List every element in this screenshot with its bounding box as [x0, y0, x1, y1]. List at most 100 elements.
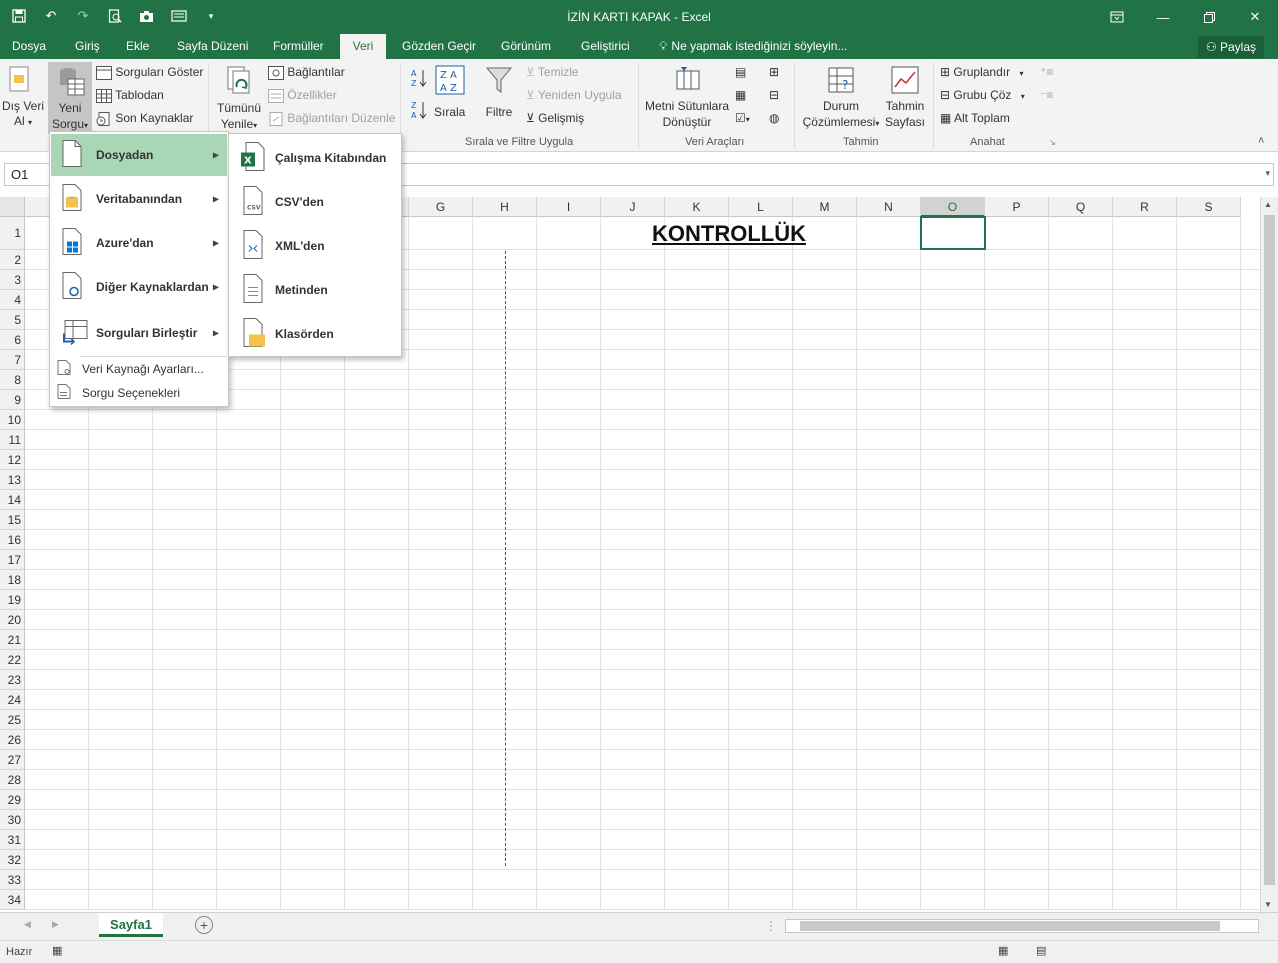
horizontal-scrollbar[interactable]	[785, 919, 1259, 933]
tab-dosya[interactable]: Dosya	[3, 34, 55, 59]
subtotal-button[interactable]: ▦ Alt Toplam	[940, 111, 1010, 125]
row-header-15[interactable]: 15	[0, 510, 25, 530]
row-header-4[interactable]: 4	[0, 290, 25, 310]
column-header-s[interactable]: S	[1177, 197, 1241, 217]
row-header-24[interactable]: 24	[0, 690, 25, 710]
row-header-28[interactable]: 28	[0, 770, 25, 790]
row-header-11[interactable]: 11	[0, 430, 25, 450]
row-header-17[interactable]: 17	[0, 550, 25, 570]
column-header-j[interactable]: J	[601, 197, 665, 217]
column-header-q[interactable]: Q	[1049, 197, 1113, 217]
row-header-20[interactable]: 20	[0, 610, 25, 630]
tell-me-box[interactable]: 💡︎ Ne yapmak istediğinizi söyleyin...	[650, 34, 856, 59]
macro-record-icon[interactable]: ▦	[52, 944, 62, 957]
forecast-sheet-button[interactable]: Tahmin Sayfası	[884, 65, 926, 130]
column-header-r[interactable]: R	[1113, 197, 1177, 217]
column-header-o[interactable]: O	[921, 197, 985, 217]
row-header-22[interactable]: 22	[0, 650, 25, 670]
row-header-16[interactable]: 16	[0, 530, 25, 550]
restore-icon[interactable]	[1186, 0, 1232, 34]
row-header-23[interactable]: 23	[0, 670, 25, 690]
select-all-corner[interactable]	[0, 197, 25, 217]
column-header-n[interactable]: N	[857, 197, 921, 217]
reapply-button[interactable]: ⊻ Yeniden Uygula	[526, 88, 622, 102]
row-header-12[interactable]: 12	[0, 450, 25, 470]
show-detail-icon[interactable]: ⁺≡	[1040, 65, 1053, 79]
edit-links-button[interactable]: Bağlantıları Düzenle	[268, 111, 395, 126]
filter-button[interactable]: Filtre	[484, 65, 514, 119]
tab-giris[interactable]: Giriş	[66, 34, 109, 59]
show-queries-button[interactable]: Sorguları Göster	[96, 65, 203, 80]
column-header-p[interactable]: P	[985, 197, 1049, 217]
expand-formula-bar-icon[interactable]: ▾	[1265, 168, 1270, 179]
active-cell-o1[interactable]	[920, 216, 986, 250]
row-header-30[interactable]: 30	[0, 810, 25, 830]
data-validation-icon[interactable]: ☑▾	[735, 111, 750, 125]
row-header-21[interactable]: 21	[0, 630, 25, 650]
refresh-all-button[interactable]: Tümünü Yenile▾	[214, 65, 264, 134]
relationships-icon[interactable]: ⊟	[769, 88, 779, 102]
properties-button[interactable]: Özellikler	[268, 88, 337, 103]
sheet-tab-sayfa1[interactable]: Sayfa1	[99, 913, 163, 937]
menu-item-azure[interactable]: Azure'dan ▶	[51, 222, 227, 264]
advanced-filter-button[interactable]: ⊻ Gelişmiş	[526, 111, 584, 125]
what-if-analysis-button[interactable]: ? Durum Çözümlemesi▾	[800, 65, 882, 132]
tab-gozden-gecir[interactable]: Gözden Geçir	[393, 34, 485, 59]
get-external-data-button[interactable]: Dış Veri Al ▾	[2, 99, 44, 130]
column-header-h[interactable]: H	[473, 197, 537, 217]
menu-item-klasorden[interactable]: Klasörden	[230, 312, 400, 356]
connections-button[interactable]: Bağlantılar	[268, 65, 345, 80]
sort-za-icon[interactable]: ZA	[410, 99, 428, 124]
minimize-icon[interactable]: —	[1140, 0, 1186, 34]
hide-detail-icon[interactable]: ⁻≡	[1040, 88, 1053, 102]
row-header-29[interactable]: 29	[0, 790, 25, 810]
ribbon-display-options-icon[interactable]	[1094, 0, 1140, 34]
column-header-m[interactable]: M	[793, 197, 857, 217]
row-header-32[interactable]: 32	[0, 850, 25, 870]
horizontal-scroll-thumb[interactable]	[800, 921, 1220, 931]
row-header-3[interactable]: 3	[0, 270, 25, 290]
tab-sayfa-duzeni[interactable]: Sayfa Düzeni	[168, 34, 257, 59]
add-sheet-icon[interactable]: +	[195, 916, 213, 934]
menu-item-dosyadan[interactable]: Dosyadan ▶	[51, 134, 227, 176]
flash-fill-icon[interactable]: ▤	[735, 65, 746, 79]
menu-item-metinden[interactable]: Metinden	[230, 268, 400, 312]
row-header-31[interactable]: 31	[0, 830, 25, 850]
column-header-i[interactable]: I	[537, 197, 601, 217]
row-header-18[interactable]: 18	[0, 570, 25, 590]
collapse-ribbon-icon[interactable]: ˄	[1258, 135, 1264, 147]
row-header-14[interactable]: 14	[0, 490, 25, 510]
tab-veri[interactable]: Veri	[340, 34, 386, 59]
row-header-9[interactable]: 9	[0, 390, 25, 410]
row-header-10[interactable]: 10	[0, 410, 25, 430]
page-layout-view-icon[interactable]: ▤	[1036, 944, 1046, 957]
row-header-8[interactable]: 8	[0, 370, 25, 390]
consolidate-icon[interactable]: ⊞	[769, 65, 779, 79]
tab-ekle[interactable]: Ekle	[117, 34, 158, 59]
row-header-7[interactable]: 7	[0, 350, 25, 370]
menu-item-veritabanindan[interactable]: Veritabanından ▶	[51, 178, 227, 220]
remove-duplicates-icon[interactable]: ▦	[735, 88, 746, 102]
row-header-33[interactable]: 33	[0, 870, 25, 890]
kontrolluk-title-cell[interactable]: KONTROLLÜK	[569, 221, 889, 247]
vertical-scroll-thumb[interactable]	[1264, 215, 1275, 885]
row-header-25[interactable]: 25	[0, 710, 25, 730]
new-query-button[interactable]: Yeni Sorgu▾	[48, 62, 92, 134]
menu-item-xml[interactable]: XML'den	[230, 224, 400, 268]
row-header-26[interactable]: 26	[0, 730, 25, 750]
manage-data-model-icon[interactable]: ◍	[769, 111, 779, 125]
row-header-13[interactable]: 13	[0, 470, 25, 490]
from-table-button[interactable]: Tablodan	[96, 88, 164, 103]
normal-view-icon[interactable]: ▦	[998, 944, 1008, 957]
tab-split-handle[interactable]: ⋮	[765, 919, 777, 933]
row-header-19[interactable]: 19	[0, 590, 25, 610]
sort-button[interactable]: Z A A Z Sırala	[434, 65, 465, 119]
clear-button[interactable]: ⊻ Temizle	[526, 65, 579, 79]
menu-item-sorgu-secenekleri[interactable]: Sorgu Seçenekleri	[51, 382, 227, 404]
prev-sheet-icon[interactable]: ◀	[24, 919, 31, 930]
row-header-6[interactable]: 6	[0, 330, 25, 350]
scroll-up-icon[interactable]: ▲	[1264, 200, 1272, 209]
row-header-2[interactable]: 2	[0, 250, 25, 270]
column-header-l[interactable]: L	[729, 197, 793, 217]
menu-item-csv[interactable]: CSV CSV'den	[230, 180, 400, 224]
